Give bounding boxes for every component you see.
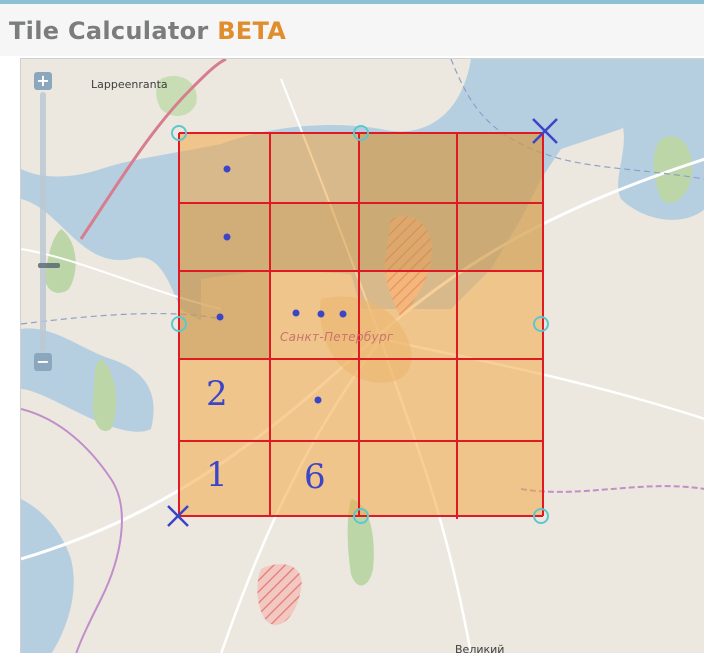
beta-badge: BETA [217, 17, 287, 45]
restricted-area-2 [257, 564, 302, 625]
app-header: Tile Calculator BETA [0, 4, 704, 56]
regional-border-2 [520, 485, 704, 493]
tile-label-2: 2 [206, 374, 228, 414]
app-title: Tile Calculator BETA [9, 17, 286, 45]
zoom-slider-track[interactable] [38, 92, 60, 351]
map-base-layer [21, 59, 704, 653]
zoom-slider-handle[interactable] [38, 263, 60, 268]
dark-tile-3 [179, 271, 271, 359]
label-saint-petersburg: Санкт-Петербург [280, 330, 394, 344]
zoom-in-button[interactable]: + [34, 72, 52, 90]
app-title-text: Tile Calculator [9, 17, 209, 45]
tile-label-6: 6 [304, 457, 326, 497]
southwest-water [21, 499, 74, 653]
zoom-control[interactable]: + − [34, 72, 60, 375]
label-velikiy: Великий [455, 643, 505, 653]
zoom-out-button[interactable]: − [34, 353, 52, 371]
tile-label-1: 1 [206, 455, 228, 495]
map-viewport[interactable]: Lappeenranta Санкт-Петербург Великий 1 6… [20, 58, 704, 653]
label-lappeenranta: Lappeenranta [91, 78, 168, 91]
